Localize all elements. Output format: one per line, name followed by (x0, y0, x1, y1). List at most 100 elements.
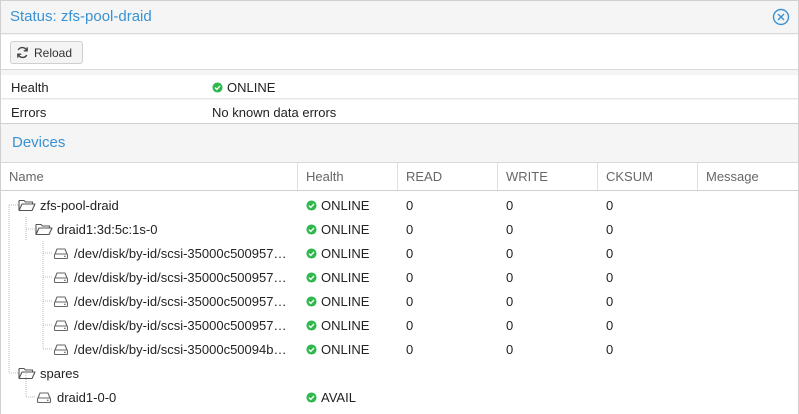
cell-cksum: 0 (606, 222, 614, 237)
hdd-icon (52, 318, 70, 332)
check-circle-icon (306, 344, 317, 355)
device-name-cell: /dev/disk/by-id/scsi-35000c500957… (52, 289, 291, 313)
close-circle-icon (772, 8, 790, 26)
cell-cksum: 0 (606, 294, 614, 309)
table-row[interactable]: /dev/disk/by-id/scsi-35000c50094b… ONLINE… (1, 337, 798, 361)
check-circle-icon (306, 200, 317, 211)
column-header-read[interactable]: READ (398, 163, 498, 190)
errors-label: Errors (11, 105, 47, 120)
table-row[interactable]: /dev/disk/by-id/scsi-35000c500957… ONLINE… (1, 241, 798, 265)
toolbar: Reload (1, 35, 798, 70)
folder-open-icon (18, 366, 36, 380)
table-row[interactable]: /dev/disk/by-id/scsi-35000c500957… ONLINE… (1, 313, 798, 337)
hdd-icon (52, 246, 70, 260)
table-row[interactable]: spares (1, 361, 798, 385)
device-name-cell: zfs-pool-draid (18, 193, 291, 217)
cell-read: 0 (406, 318, 414, 333)
check-circle-icon (306, 296, 317, 307)
health-text: ONLINE (321, 318, 370, 333)
close-button[interactable] (772, 8, 790, 26)
cell-cksum: 0 (606, 198, 614, 213)
health-value: ONLINE (212, 80, 275, 95)
column-header-name[interactable]: Name (1, 163, 298, 190)
cell-write: 0 (506, 318, 514, 333)
health-text: ONLINE (321, 222, 370, 237)
cell-write: 0 (506, 270, 514, 285)
cell-health: ONLINE (306, 342, 369, 357)
hdd-icon (35, 390, 53, 404)
devices-tree-grid: Name Health READ WRITE CKSUM Message zfs… (1, 162, 798, 414)
cell-health: ONLINE (306, 198, 369, 213)
zfs-status-window: Status: zfs-pool-draid Reload Health ONL… (0, 0, 799, 414)
health-row: Health ONLINE (1, 75, 798, 99)
cell-read: 0 (406, 222, 414, 237)
grid-header: Name Health READ WRITE CKSUM Message (1, 163, 798, 191)
health-text: ONLINE (321, 270, 370, 285)
cell-read: 0 (406, 342, 414, 357)
cell-read: 0 (406, 294, 414, 309)
hdd-icon (52, 294, 70, 308)
device-name-cell: /dev/disk/by-id/scsi-35000c500957… (52, 265, 291, 289)
check-circle-icon (212, 82, 223, 93)
device-name-cell: /dev/disk/by-id/scsi-35000c500957… (52, 313, 291, 337)
column-header-cksum[interactable]: CKSUM (598, 163, 698, 190)
check-circle-icon (306, 272, 317, 283)
cell-read: 0 (406, 270, 414, 285)
table-row[interactable]: /dev/disk/by-id/scsi-35000c500957… ONLINE… (1, 289, 798, 313)
cell-health: ONLINE (306, 318, 369, 333)
device-name: /dev/disk/by-id/scsi-35000c500957… (74, 245, 287, 261)
health-text: AVAIL (321, 390, 356, 405)
column-header-write[interactable]: WRITE (498, 163, 598, 190)
cell-write: 0 (506, 342, 514, 357)
health-text: ONLINE (321, 294, 370, 309)
hdd-icon (52, 342, 70, 356)
refresh-icon (17, 46, 28, 59)
column-header-message[interactable]: Message (698, 163, 798, 190)
cell-read: 0 (406, 246, 414, 261)
cell-health: ONLINE (306, 246, 369, 261)
table-row[interactable]: draid1-0-0 AVAIL (1, 385, 798, 409)
health-text: ONLINE (321, 342, 370, 357)
hdd-icon (52, 270, 70, 284)
table-row[interactable]: zfs-pool-draid ONLINE 0 0 0 (1, 193, 798, 217)
reload-button[interactable]: Reload (10, 41, 83, 64)
health-value-text: ONLINE (227, 80, 276, 95)
cell-health: ONLINE (306, 222, 369, 237)
device-name-cell: spares (18, 361, 291, 385)
check-circle-icon (306, 224, 317, 235)
device-name: draid1-0-0 (57, 389, 117, 405)
device-name: /dev/disk/by-id/scsi-35000c500957… (74, 293, 287, 309)
device-name: draid1:3d:5c:1s-0 (57, 221, 158, 237)
column-header-health[interactable]: Health (298, 163, 398, 190)
check-circle-icon (306, 320, 317, 331)
cell-read: 0 (406, 198, 414, 213)
device-name: /dev/disk/by-id/scsi-35000c500957… (74, 269, 287, 285)
cell-health: ONLINE (306, 270, 369, 285)
device-name: /dev/disk/by-id/scsi-35000c50094b… (74, 341, 287, 357)
cell-health: AVAIL (306, 390, 356, 405)
device-name: spares (40, 365, 80, 381)
cell-cksum: 0 (606, 318, 614, 333)
cell-write: 0 (506, 246, 514, 261)
check-circle-icon (306, 248, 317, 259)
errors-value: No known data errors (212, 105, 337, 120)
cell-cksum: 0 (606, 342, 614, 357)
health-text: ONLINE (321, 246, 370, 261)
health-text: ONLINE (321, 198, 370, 213)
table-row[interactable]: draid1:3d:5c:1s-0 ONLINE 0 0 0 (1, 217, 798, 241)
devices-title: Devices (12, 134, 66, 151)
check-circle-icon (306, 392, 317, 403)
folder-open-icon (18, 198, 36, 212)
cell-cksum: 0 (606, 270, 614, 285)
cell-write: 0 (506, 222, 514, 237)
device-name: /dev/disk/by-id/scsi-35000c500957… (74, 317, 287, 333)
device-name-cell: draid1:3d:5c:1s-0 (35, 217, 291, 241)
cell-write: 0 (506, 294, 514, 309)
device-name-cell: /dev/disk/by-id/scsi-35000c50094b… (52, 337, 291, 361)
table-row[interactable]: /dev/disk/by-id/scsi-35000c500957… ONLINE… (1, 265, 798, 289)
device-name-cell: draid1-0-0 (35, 385, 291, 409)
cell-cksum: 0 (606, 246, 614, 261)
errors-row: Errors No known data errors (1, 100, 798, 124)
window-titlebar: Status: zfs-pool-draid (1, 1, 798, 34)
reload-label: Reload (34, 45, 73, 60)
